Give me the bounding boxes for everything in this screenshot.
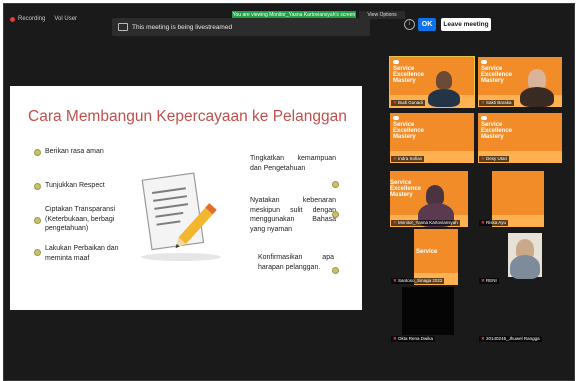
record-dot-icon — [10, 16, 15, 22]
participant-name: ✖ Santoso_Sinaga 2022 — [391, 278, 445, 284]
video-feed — [414, 229, 458, 285]
bullet-icon — [332, 181, 339, 188]
participant-name: ✖ 20140245_Jhuwel Rangga — [479, 336, 542, 342]
participant-tile[interactable]: ✖ 20140245_Jhuwel Rangga — [478, 287, 562, 343]
participant-body — [510, 255, 540, 279]
logo-icon — [481, 60, 487, 64]
slide-item: Lakukan Perbaikan dan meminta maaf — [45, 245, 119, 262]
participant-tile[interactable]: ✖ Riska Ayu — [478, 171, 544, 227]
document-pen-illustration — [141, 172, 221, 261]
meeting-topbar: Recording Vol User You are viewing Monit… — [4, 4, 574, 42]
livestream-text: This meeting is being livestreamed — [132, 23, 233, 31]
bullet-icon — [34, 183, 41, 190]
user-label: Vol User — [54, 16, 78, 22]
participant-name: ✖ Riska Ayu — [479, 220, 508, 226]
slide-item: Nyatakan kebenaran meskipun sulit dengan… — [250, 197, 336, 233]
promo-title: Service Excellence Mastery — [393, 122, 425, 140]
bullet-icon — [34, 249, 41, 256]
participant-body — [428, 89, 460, 107]
logo-icon — [393, 116, 399, 120]
promo-title: Service Excellence Mastery — [481, 66, 513, 84]
participant-name: ✖ Indra Sofian — [391, 156, 425, 162]
participant-name: ✖ Sakti Baraka — [479, 100, 514, 106]
participant-name: ✖ Desy Utari — [479, 156, 510, 162]
livestream-icon — [118, 23, 128, 31]
participant-tile[interactable]: Service Excellence Mastery ✖ Monitor_Yasna… — [390, 171, 468, 227]
bullet-icon — [34, 217, 41, 224]
shared-screen-slide: Cara Membangun Kepercayaan ke Pelanggan … — [10, 86, 362, 310]
recording-indicator: Recording Vol User — [10, 16, 77, 22]
promo-title: Service Excellence Mastery — [393, 66, 425, 84]
promo-title: Service Excellence Mastery — [390, 180, 422, 198]
promo-title: Service — [416, 249, 438, 255]
logo-icon — [481, 116, 487, 120]
participant-face — [528, 69, 546, 89]
livestream-banner: This meeting is being livestreamed — [112, 18, 370, 36]
recording-label: Recording — [18, 16, 46, 22]
slide-item: Berikan rasa aman — [45, 148, 104, 155]
ok-button[interactable]: OK — [418, 18, 436, 31]
meeting-window: Recording Vol User You are viewing Monit… — [3, 3, 575, 381]
promo-title: Service Excellence Mastery — [481, 122, 513, 140]
participant-name: ✖ RENI — [479, 278, 499, 284]
participant-tile[interactable]: Service ✖ Santoso_Sinaga 2022 — [390, 229, 468, 285]
slide-item: Tunjukkan Respect — [45, 182, 105, 189]
participant-tile[interactable]: Service Excellence Mastery ✖ Sakti Baraka — [478, 57, 562, 107]
participant-name: ✖ Okta Rena Dwika — [391, 336, 436, 342]
slide-item: Ciptakan Transparansi (Keterbukaan, berb… — [45, 206, 116, 232]
logo-icon — [393, 60, 399, 64]
participant-body — [520, 87, 554, 107]
participant-tile[interactable]: Service Excellence Mastery ✖ Indra Sofian — [390, 113, 474, 163]
participant-face — [436, 71, 452, 89]
slide-item: Konfirmasikan apa harapan pelanggan. — [258, 254, 334, 271]
participant-tile[interactable]: Service Excellence Mastery ✖ Budi Gunadi — [389, 56, 475, 108]
slide-item: Tingkatkan kemampuan dan Pengetahuan — [250, 155, 336, 172]
participant-name: ✖ Monitor_Yasna Kartoviansyah — [391, 220, 460, 226]
info-icon[interactable]: i — [404, 19, 415, 30]
participant-tile[interactable]: ✖ RENI — [478, 229, 544, 285]
participant-face — [426, 185, 444, 205]
video-feed — [402, 287, 454, 335]
bullet-icon — [34, 149, 41, 156]
leave-meeting-button[interactable]: Leave meeting — [441, 18, 491, 31]
bullet-icon — [332, 267, 339, 274]
bullet-icon — [332, 211, 339, 218]
participant-tile[interactable]: Service Excellence Mastery ✖ Desy Utari — [478, 113, 562, 163]
slide-title: Cara Membangun Kepercayaan ke Pelanggan — [28, 108, 347, 125]
participant-tile[interactable]: ✖ Okta Rena Dwika — [390, 287, 468, 343]
video-feed — [492, 171, 544, 227]
participant-name: ✖ Budi Gunadi — [391, 100, 425, 106]
